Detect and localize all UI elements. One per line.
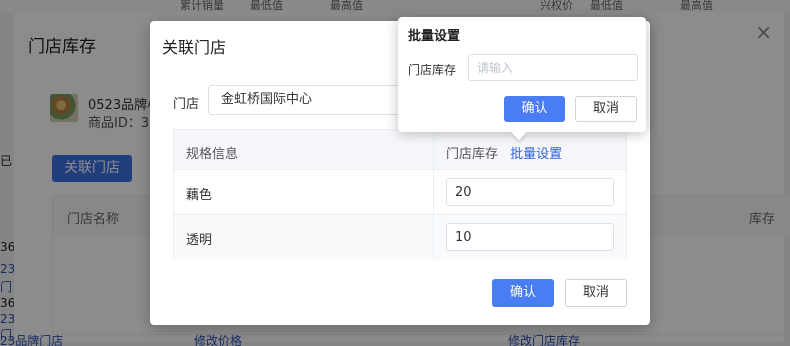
spec-table: 规格信息 门店库存 批量设置 藕色 透明 (173, 129, 627, 260)
popover-title: 批量设置 (408, 29, 461, 44)
column-header-store-stock-label: 门店库存 (446, 147, 499, 162)
store-field-label: 门店 (173, 97, 200, 112)
spec-name: 藕色 (186, 188, 213, 203)
batch-set-popover: 批量设置 门店库存 确认 取消 (398, 17, 646, 141)
batch-set-link[interactable]: 批量设置 (510, 147, 562, 162)
popover-cancel-button[interactable]: 取消 (575, 96, 637, 122)
stock-input[interactable] (446, 178, 614, 206)
dialog-cancel-button[interactable]: 取消 (565, 279, 627, 307)
column-divider (433, 130, 434, 258)
dialog-confirm-button[interactable]: 确认 (492, 279, 554, 307)
spec-table-header: 规格信息 门店库存 批量设置 (174, 130, 626, 170)
dialog-title: 关联门店 (162, 38, 227, 57)
spec-name: 透明 (186, 233, 213, 248)
table-row: 藕色 (174, 170, 626, 215)
store-select[interactable]: 金虹桥国际中心 (208, 85, 408, 115)
popover-field-label: 门店库存 (408, 63, 457, 77)
batch-stock-input[interactable] (468, 54, 638, 81)
popover-confirm-button[interactable]: 确认 (504, 96, 565, 122)
table-row: 透明 (174, 215, 626, 260)
stock-input[interactable] (446, 223, 614, 251)
column-header-store-stock: 门店库存 批量设置 (446, 143, 562, 162)
column-header-spec: 规格信息 (186, 147, 239, 162)
